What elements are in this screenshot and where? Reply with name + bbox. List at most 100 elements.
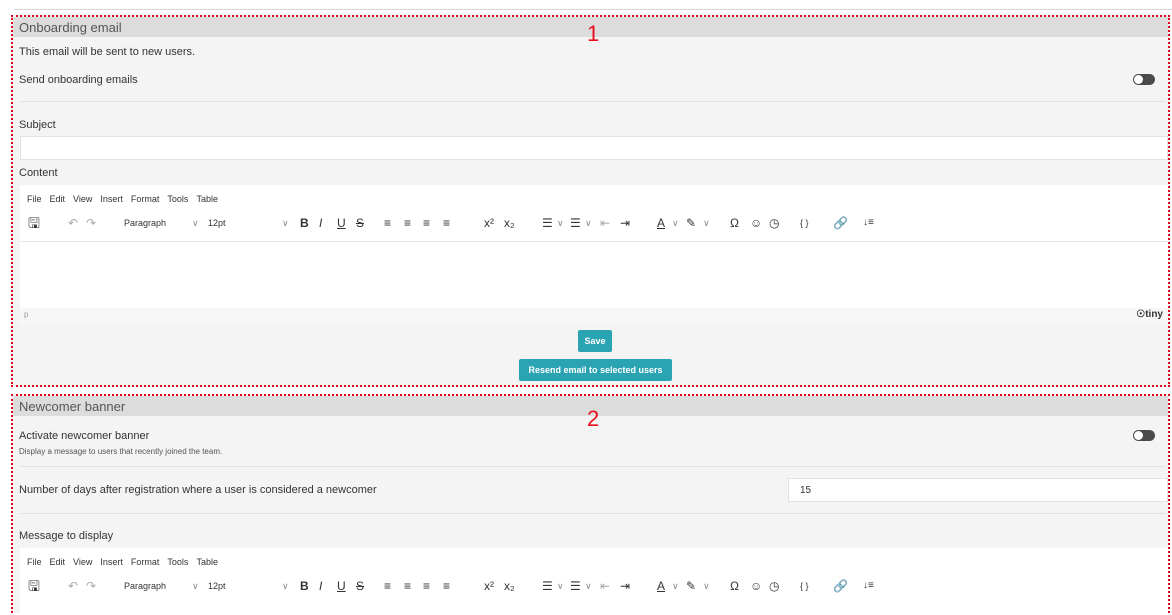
chevron-down-icon: ∨	[703, 581, 710, 591]
strikethrough-icon[interactable]: S	[356, 215, 364, 231]
underline-icon[interactable]: U	[337, 578, 346, 594]
superscript-icon[interactable]: x²	[484, 215, 494, 231]
menu-edit[interactable]: Edit	[50, 557, 66, 567]
save-icon[interactable]: 🖫	[28, 578, 40, 594]
menu-edit[interactable]: Edit	[50, 194, 66, 204]
menu-format[interactable]: Format	[131, 557, 160, 567]
subject-label: Subject	[19, 119, 56, 131]
highlight-color-icon[interactable]: ✎	[686, 578, 696, 594]
onboarding-email-section: Onboarding email 1 This email will be se…	[11, 15, 1170, 387]
resend-email-button[interactable]: Resend email to selected users	[519, 359, 672, 381]
numbered-list-icon[interactable]: ☰	[570, 215, 581, 231]
newcomer-days-input[interactable]: 15	[788, 478, 1168, 502]
align-right-icon[interactable]: ≡	[423, 215, 430, 231]
variables-icon[interactable]: { }	[800, 215, 809, 231]
text-color-icon[interactable]: A	[657, 215, 665, 231]
chevron-down-icon: ∨	[557, 581, 564, 591]
bold-icon[interactable]: B	[300, 215, 309, 231]
activate-newcomer-toggle[interactable]	[1133, 430, 1155, 441]
save-icon[interactable]: 🖫	[28, 215, 40, 231]
bullet-list-icon[interactable]: ☰	[542, 215, 553, 231]
emoji-icon[interactable]: ☺	[750, 578, 762, 594]
block-format-select[interactable]: Paragraph	[124, 578, 166, 594]
undo-icon[interactable]: ↶	[68, 215, 78, 231]
chevron-down-icon: ∨	[557, 218, 564, 228]
menu-file[interactable]: File	[27, 194, 42, 204]
menu-format[interactable]: Format	[131, 194, 160, 204]
date-time-icon[interactable]: ◷	[769, 215, 779, 231]
font-size-select[interactable]: 12pt	[208, 578, 226, 594]
bullet-list-icon[interactable]: ☰	[542, 578, 553, 594]
newcomer-banner-section: Newcomer banner 2 Activate newcomer bann…	[11, 394, 1170, 615]
align-left-icon[interactable]: ≡	[384, 578, 391, 594]
editor-menubar: File Edit View Insert Format Tools Table	[27, 194, 218, 204]
content-edit-area[interactable]	[20, 241, 1168, 309]
subscript-icon[interactable]: x₂	[504, 578, 515, 594]
chevron-down-icon: ∨	[282, 218, 289, 228]
onboarding-description: This email will be sent to new users.	[19, 46, 196, 58]
outdent-icon[interactable]: ⇤	[600, 578, 610, 594]
activate-newcomer-hint: Display a message to users that recently…	[19, 447, 223, 456]
align-justify-icon[interactable]: ≡	[443, 578, 450, 594]
outdent-icon[interactable]: ⇤	[600, 215, 610, 231]
menu-view[interactable]: View	[73, 557, 92, 567]
emoji-icon[interactable]: ☺	[750, 215, 762, 231]
divider	[19, 101, 1166, 102]
save-button[interactable]: Save	[578, 330, 612, 352]
italic-icon[interactable]: I	[319, 215, 322, 231]
more-icon[interactable]: ↓≡	[863, 215, 874, 231]
font-size-select[interactable]: 12pt	[208, 215, 226, 231]
align-justify-icon[interactable]: ≡	[443, 215, 450, 231]
menu-tools[interactable]: Tools	[167, 194, 188, 204]
text-color-icon[interactable]: A	[657, 578, 665, 594]
italic-icon[interactable]: I	[319, 578, 322, 594]
chevron-down-icon: ∨	[192, 581, 199, 591]
menu-table[interactable]: Table	[196, 194, 218, 204]
menu-view[interactable]: View	[73, 194, 92, 204]
chevron-down-icon: ∨	[282, 581, 289, 591]
chevron-down-icon: ∨	[192, 218, 199, 228]
menu-insert[interactable]: Insert	[100, 194, 123, 204]
menu-file[interactable]: File	[27, 557, 42, 567]
superscript-icon[interactable]: x²	[484, 578, 494, 594]
numbered-list-icon[interactable]: ☰	[570, 578, 581, 594]
chevron-down-icon: ∨	[703, 218, 710, 228]
send-onboarding-toggle[interactable]	[1133, 74, 1155, 85]
variables-icon[interactable]: { }	[800, 578, 809, 594]
underline-icon[interactable]: U	[337, 215, 346, 231]
newcomer-section-title: Newcomer banner	[19, 399, 126, 414]
onboarding-section-title: Onboarding email	[19, 20, 122, 35]
block-format-select[interactable]: Paragraph	[124, 215, 166, 231]
subject-input[interactable]	[20, 136, 1168, 160]
indent-icon[interactable]: ⇥	[620, 578, 630, 594]
subscript-icon[interactable]: x₂	[504, 215, 515, 231]
undo-icon[interactable]: ↶	[68, 578, 78, 594]
indent-icon[interactable]: ⇥	[620, 215, 630, 231]
chevron-down-icon: ∨	[672, 218, 679, 228]
align-left-icon[interactable]: ≡	[384, 215, 391, 231]
align-center-icon[interactable]: ≡	[404, 578, 411, 594]
align-center-icon[interactable]: ≡	[404, 215, 411, 231]
bold-icon[interactable]: B	[300, 578, 309, 594]
menu-table[interactable]: Table	[196, 557, 218, 567]
special-character-icon[interactable]: Ω	[730, 578, 739, 594]
highlight-color-icon[interactable]: ✎	[686, 215, 696, 231]
menu-tools[interactable]: Tools	[167, 557, 188, 567]
link-icon[interactable]: 🔗	[833, 215, 848, 231]
divider	[19, 513, 1166, 514]
link-icon[interactable]: 🔗	[833, 578, 848, 594]
align-right-icon[interactable]: ≡	[423, 578, 430, 594]
strikethrough-icon[interactable]: S	[356, 578, 364, 594]
message-rich-text-editor: File Edit View Insert Format Tools Table…	[20, 548, 1168, 615]
redo-icon[interactable]: ↷	[86, 578, 96, 594]
menu-insert[interactable]: Insert	[100, 557, 123, 567]
redo-icon[interactable]: ↷	[86, 215, 96, 231]
divider	[19, 466, 1166, 467]
date-time-icon[interactable]: ◷	[769, 578, 779, 594]
send-onboarding-label: Send onboarding emails	[19, 74, 138, 86]
top-divider	[14, 9, 1172, 10]
editor-menubar: File Edit View Insert Format Tools Table	[27, 557, 218, 567]
more-icon[interactable]: ↓≡	[863, 578, 874, 594]
tiny-brand-text: tiny	[1145, 309, 1163, 320]
special-character-icon[interactable]: Ω	[730, 215, 739, 231]
